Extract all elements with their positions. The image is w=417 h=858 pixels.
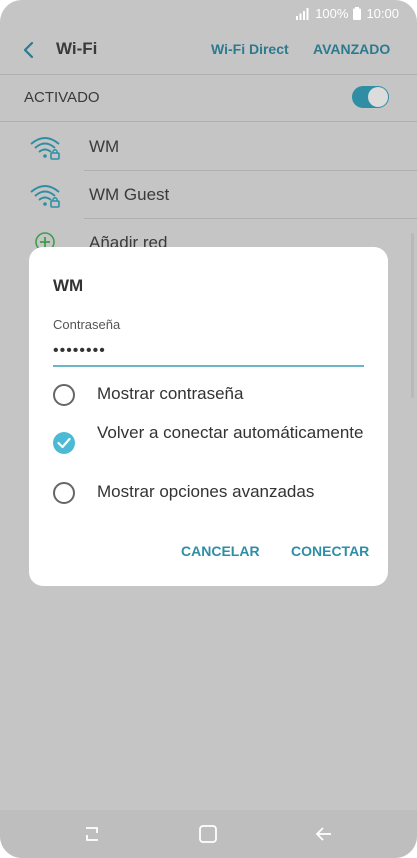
advanced-button[interactable]: AVANZADO bbox=[313, 41, 390, 57]
show-password-label: Mostrar contraseña bbox=[97, 384, 244, 403]
show-password-checkbox[interactable] bbox=[53, 384, 75, 406]
wifi-direct-button[interactable]: Wi-Fi Direct bbox=[211, 41, 289, 57]
scrollbar[interactable] bbox=[411, 233, 414, 398]
clock: 10:00 bbox=[366, 6, 399, 21]
network-item[interactable]: WM Guest bbox=[0, 171, 417, 219]
status-bar: 100% 10:00 bbox=[0, 0, 417, 28]
battery-icon bbox=[353, 7, 362, 20]
show-password-option[interactable]: Mostrar contraseña bbox=[53, 384, 373, 406]
toggle-knob bbox=[368, 87, 388, 107]
phone-screen: 100% 10:00 Wi-Fi Wi-Fi Direct AVANZADO A… bbox=[0, 0, 417, 858]
battery-percent: 100% bbox=[315, 6, 349, 21]
wifi-master-switch-row[interactable]: ACTIVADO bbox=[0, 75, 417, 121]
advanced-options-option[interactable]: Mostrar opciones avanzadas bbox=[53, 482, 373, 504]
password-label: Contraseña bbox=[53, 317, 121, 332]
advanced-options-label: Mostrar opciones avanzadas bbox=[97, 482, 315, 501]
master-switch-label: ACTIVADO bbox=[24, 89, 100, 106]
back-arrow-icon[interactable] bbox=[20, 39, 40, 61]
network-name: WM bbox=[89, 137, 120, 156]
toolbar: Wi-Fi Wi-Fi Direct AVANZADO bbox=[0, 28, 417, 72]
auto-reconnect-option[interactable]: Volver a conectar automáticamente bbox=[53, 423, 373, 474]
network-item[interactable]: WM bbox=[0, 123, 417, 171]
dialog-title: WM bbox=[53, 276, 84, 295]
wifi-password-dialog: WM Contraseña Mostrar contraseña Volver … bbox=[29, 247, 388, 586]
password-input[interactable] bbox=[53, 337, 364, 367]
wifi-toggle[interactable] bbox=[352, 86, 389, 108]
checkmark-icon bbox=[57, 437, 71, 449]
home-icon[interactable] bbox=[198, 824, 218, 844]
back-nav-icon[interactable] bbox=[314, 824, 334, 844]
advanced-options-checkbox[interactable] bbox=[53, 482, 75, 504]
cancel-button[interactable]: CANCELAR bbox=[181, 543, 260, 559]
navigation-bar bbox=[0, 810, 417, 858]
page-title: Wi-Fi bbox=[56, 39, 98, 58]
wifi-locked-icon bbox=[30, 185, 60, 208]
divider bbox=[0, 121, 417, 122]
network-name: WM Guest bbox=[89, 185, 170, 204]
signal-icon bbox=[296, 7, 309, 20]
auto-reconnect-label: Volver a conectar automáticamente bbox=[97, 423, 364, 442]
recent-apps-icon[interactable] bbox=[82, 824, 102, 844]
auto-reconnect-checkbox[interactable] bbox=[53, 432, 75, 454]
wifi-locked-icon bbox=[30, 137, 60, 160]
connect-button[interactable]: CONECTAR bbox=[291, 543, 369, 559]
